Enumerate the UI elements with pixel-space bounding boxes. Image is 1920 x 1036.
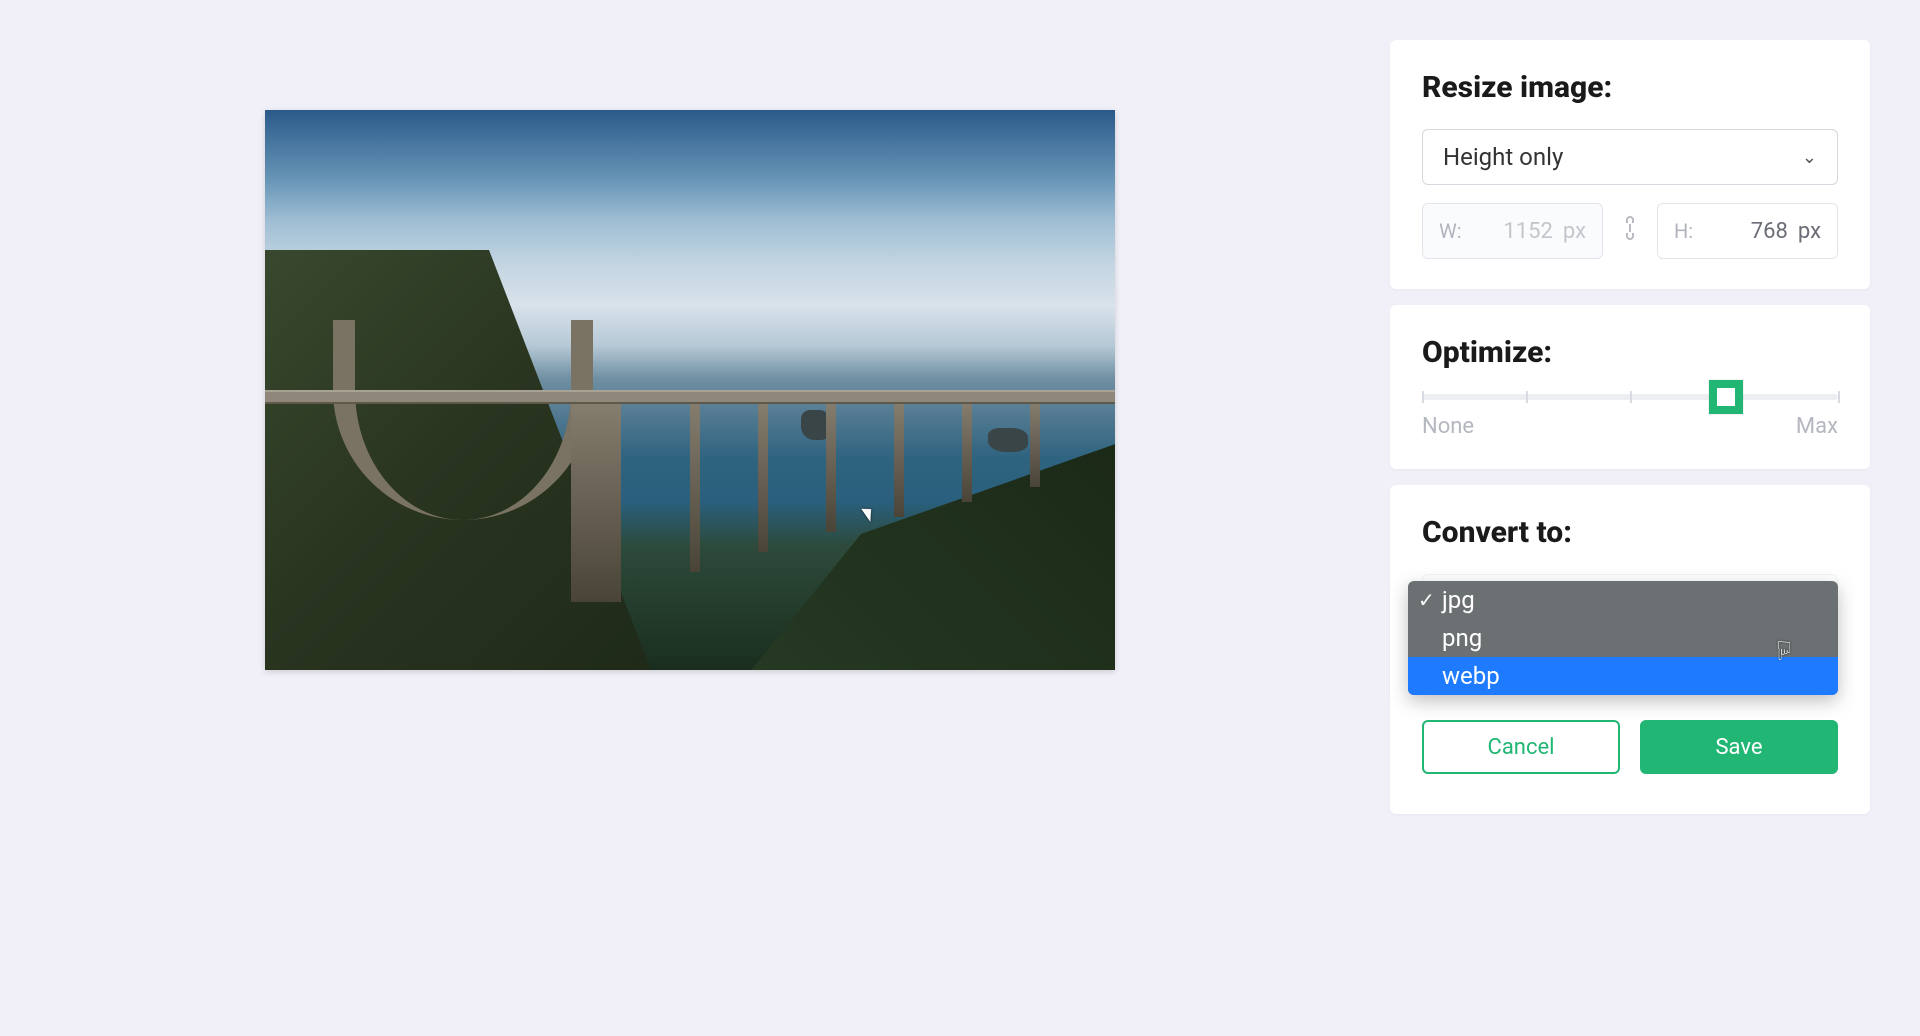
bridge-pylon xyxy=(758,402,768,552)
bridge-pylon xyxy=(1030,402,1040,487)
width-input: W: 1152 px xyxy=(1422,203,1603,259)
height-unit: px xyxy=(1798,219,1821,244)
width-value: 1152 xyxy=(1503,219,1552,244)
format-option-webp[interactable]: webp xyxy=(1408,657,1838,695)
save-button-label: Save xyxy=(1715,735,1762,760)
slider-min-label: None xyxy=(1422,414,1474,439)
resize-mode-select[interactable]: Height only ⌄ xyxy=(1422,129,1838,185)
format-option-jpg[interactable]: jpg xyxy=(1408,581,1838,619)
optimize-slider[interactable] xyxy=(1422,394,1838,400)
bridge-pylon xyxy=(894,402,904,517)
convert-card: Convert to: jpg ⌄ jpg png webp ☟ Cancel … xyxy=(1390,485,1870,814)
optimize-title: Optimize: xyxy=(1422,335,1838,370)
save-button[interactable]: Save xyxy=(1640,720,1838,774)
height-label: H: xyxy=(1674,219,1693,243)
format-option-label: jpg xyxy=(1442,586,1475,614)
slider-tick xyxy=(1838,391,1840,403)
slider-tick xyxy=(1422,391,1424,403)
bridge-pylon xyxy=(826,402,836,532)
resize-card: Resize image: Height only ⌄ W: 1152 px H… xyxy=(1390,40,1870,289)
resize-mode-value: Height only xyxy=(1443,143,1563,171)
link-icon[interactable] xyxy=(1621,215,1639,247)
chevron-down-icon: ⌄ xyxy=(1802,147,1817,168)
dimensions-row: W: 1152 px H: 768 px xyxy=(1422,203,1838,259)
bridge-pylon xyxy=(690,402,700,572)
settings-panel: Resize image: Height only ⌄ W: 1152 px H… xyxy=(1390,40,1870,996)
optimize-card: Optimize: None Max xyxy=(1390,305,1870,469)
height-value: 768 xyxy=(1751,219,1788,244)
convert-title: Convert to: xyxy=(1422,515,1838,550)
bridge-pylon xyxy=(571,402,621,602)
cancel-button-label: Cancel xyxy=(1488,735,1555,760)
format-dropdown[interactable]: jpg png webp ☟ xyxy=(1408,581,1838,695)
cancel-button[interactable]: Cancel xyxy=(1422,720,1620,774)
image-preview-area xyxy=(0,40,1330,996)
cursor-hand-icon: ☟ xyxy=(1776,637,1792,667)
slider-tick xyxy=(1526,391,1528,403)
slider-labels: None Max xyxy=(1422,414,1838,439)
bridge-deck xyxy=(265,390,1115,404)
format-option-png[interactable]: png xyxy=(1408,619,1838,657)
format-option-label: png xyxy=(1442,624,1482,652)
slider-max-label: Max xyxy=(1796,414,1838,439)
height-input[interactable]: H: 768 px xyxy=(1657,203,1838,259)
width-unit: px xyxy=(1563,219,1586,244)
format-option-label: webp xyxy=(1442,662,1500,690)
action-buttons: Cancel Save xyxy=(1422,720,1838,774)
sea-rock xyxy=(988,428,1028,452)
slider-tick xyxy=(1630,391,1632,403)
bridge-arch xyxy=(333,320,593,520)
slider-thumb[interactable] xyxy=(1709,380,1743,414)
width-label: W: xyxy=(1439,219,1462,243)
resize-title: Resize image: xyxy=(1422,70,1838,105)
bridge-pylon xyxy=(962,402,972,502)
preview-image xyxy=(265,110,1115,670)
